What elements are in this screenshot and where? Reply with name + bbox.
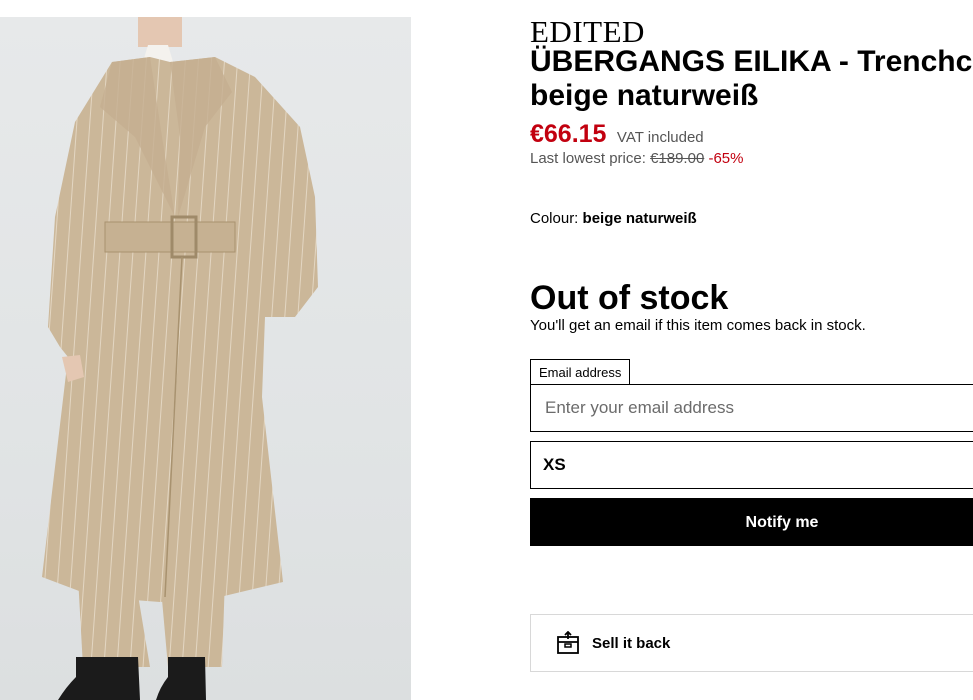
notify-me-button[interactable]: Notify me: [530, 498, 973, 546]
email-field-label: Email address: [530, 359, 631, 385]
discount-badge: -65%: [708, 150, 744, 167]
email-field[interactable]: [530, 384, 973, 432]
size-select[interactable]: XS: [530, 441, 973, 489]
sell-it-back-label: Sell it back: [592, 634, 671, 652]
colour-label: Colour:: [530, 210, 579, 227]
original-price: €189.00: [650, 150, 705, 167]
price-row: €66.15 VAT included: [530, 120, 704, 149]
product-title-line2: beige naturweiß: [530, 79, 759, 112]
lowest-price-label: Last lowest price:: [530, 150, 646, 167]
product-image[interactable]: [0, 17, 411, 700]
product-info-panel: EDITED ÜBERGANGS EILIKA - Trenchcoat bei…: [530, 0, 973, 700]
vat-note: VAT included: [616, 129, 704, 146]
sell-it-back-button[interactable]: Sell it back: [530, 614, 973, 672]
out-of-stock-message: You'll get an email if this item comes b…: [530, 317, 866, 334]
colour-value: beige naturweiß: [582, 210, 697, 227]
lowest-price-row: Last lowest price: €189.00 -65%: [530, 150, 744, 167]
product-title-line1: ÜBERGANGS EILIKA - Trenchcoat: [530, 45, 973, 78]
colour-row: Colour: beige naturweiß: [530, 210, 697, 227]
brand-name[interactable]: EDITED: [530, 15, 645, 49]
product-title: ÜBERGANGS EILIKA - Trenchcoat beige natu…: [530, 45, 973, 113]
out-of-stock-heading: Out of stock: [530, 279, 729, 317]
box-arrow-icon: [557, 631, 579, 654]
current-price: €66.15: [530, 120, 607, 148]
trenchcoat-illustration: [42, 17, 318, 700]
